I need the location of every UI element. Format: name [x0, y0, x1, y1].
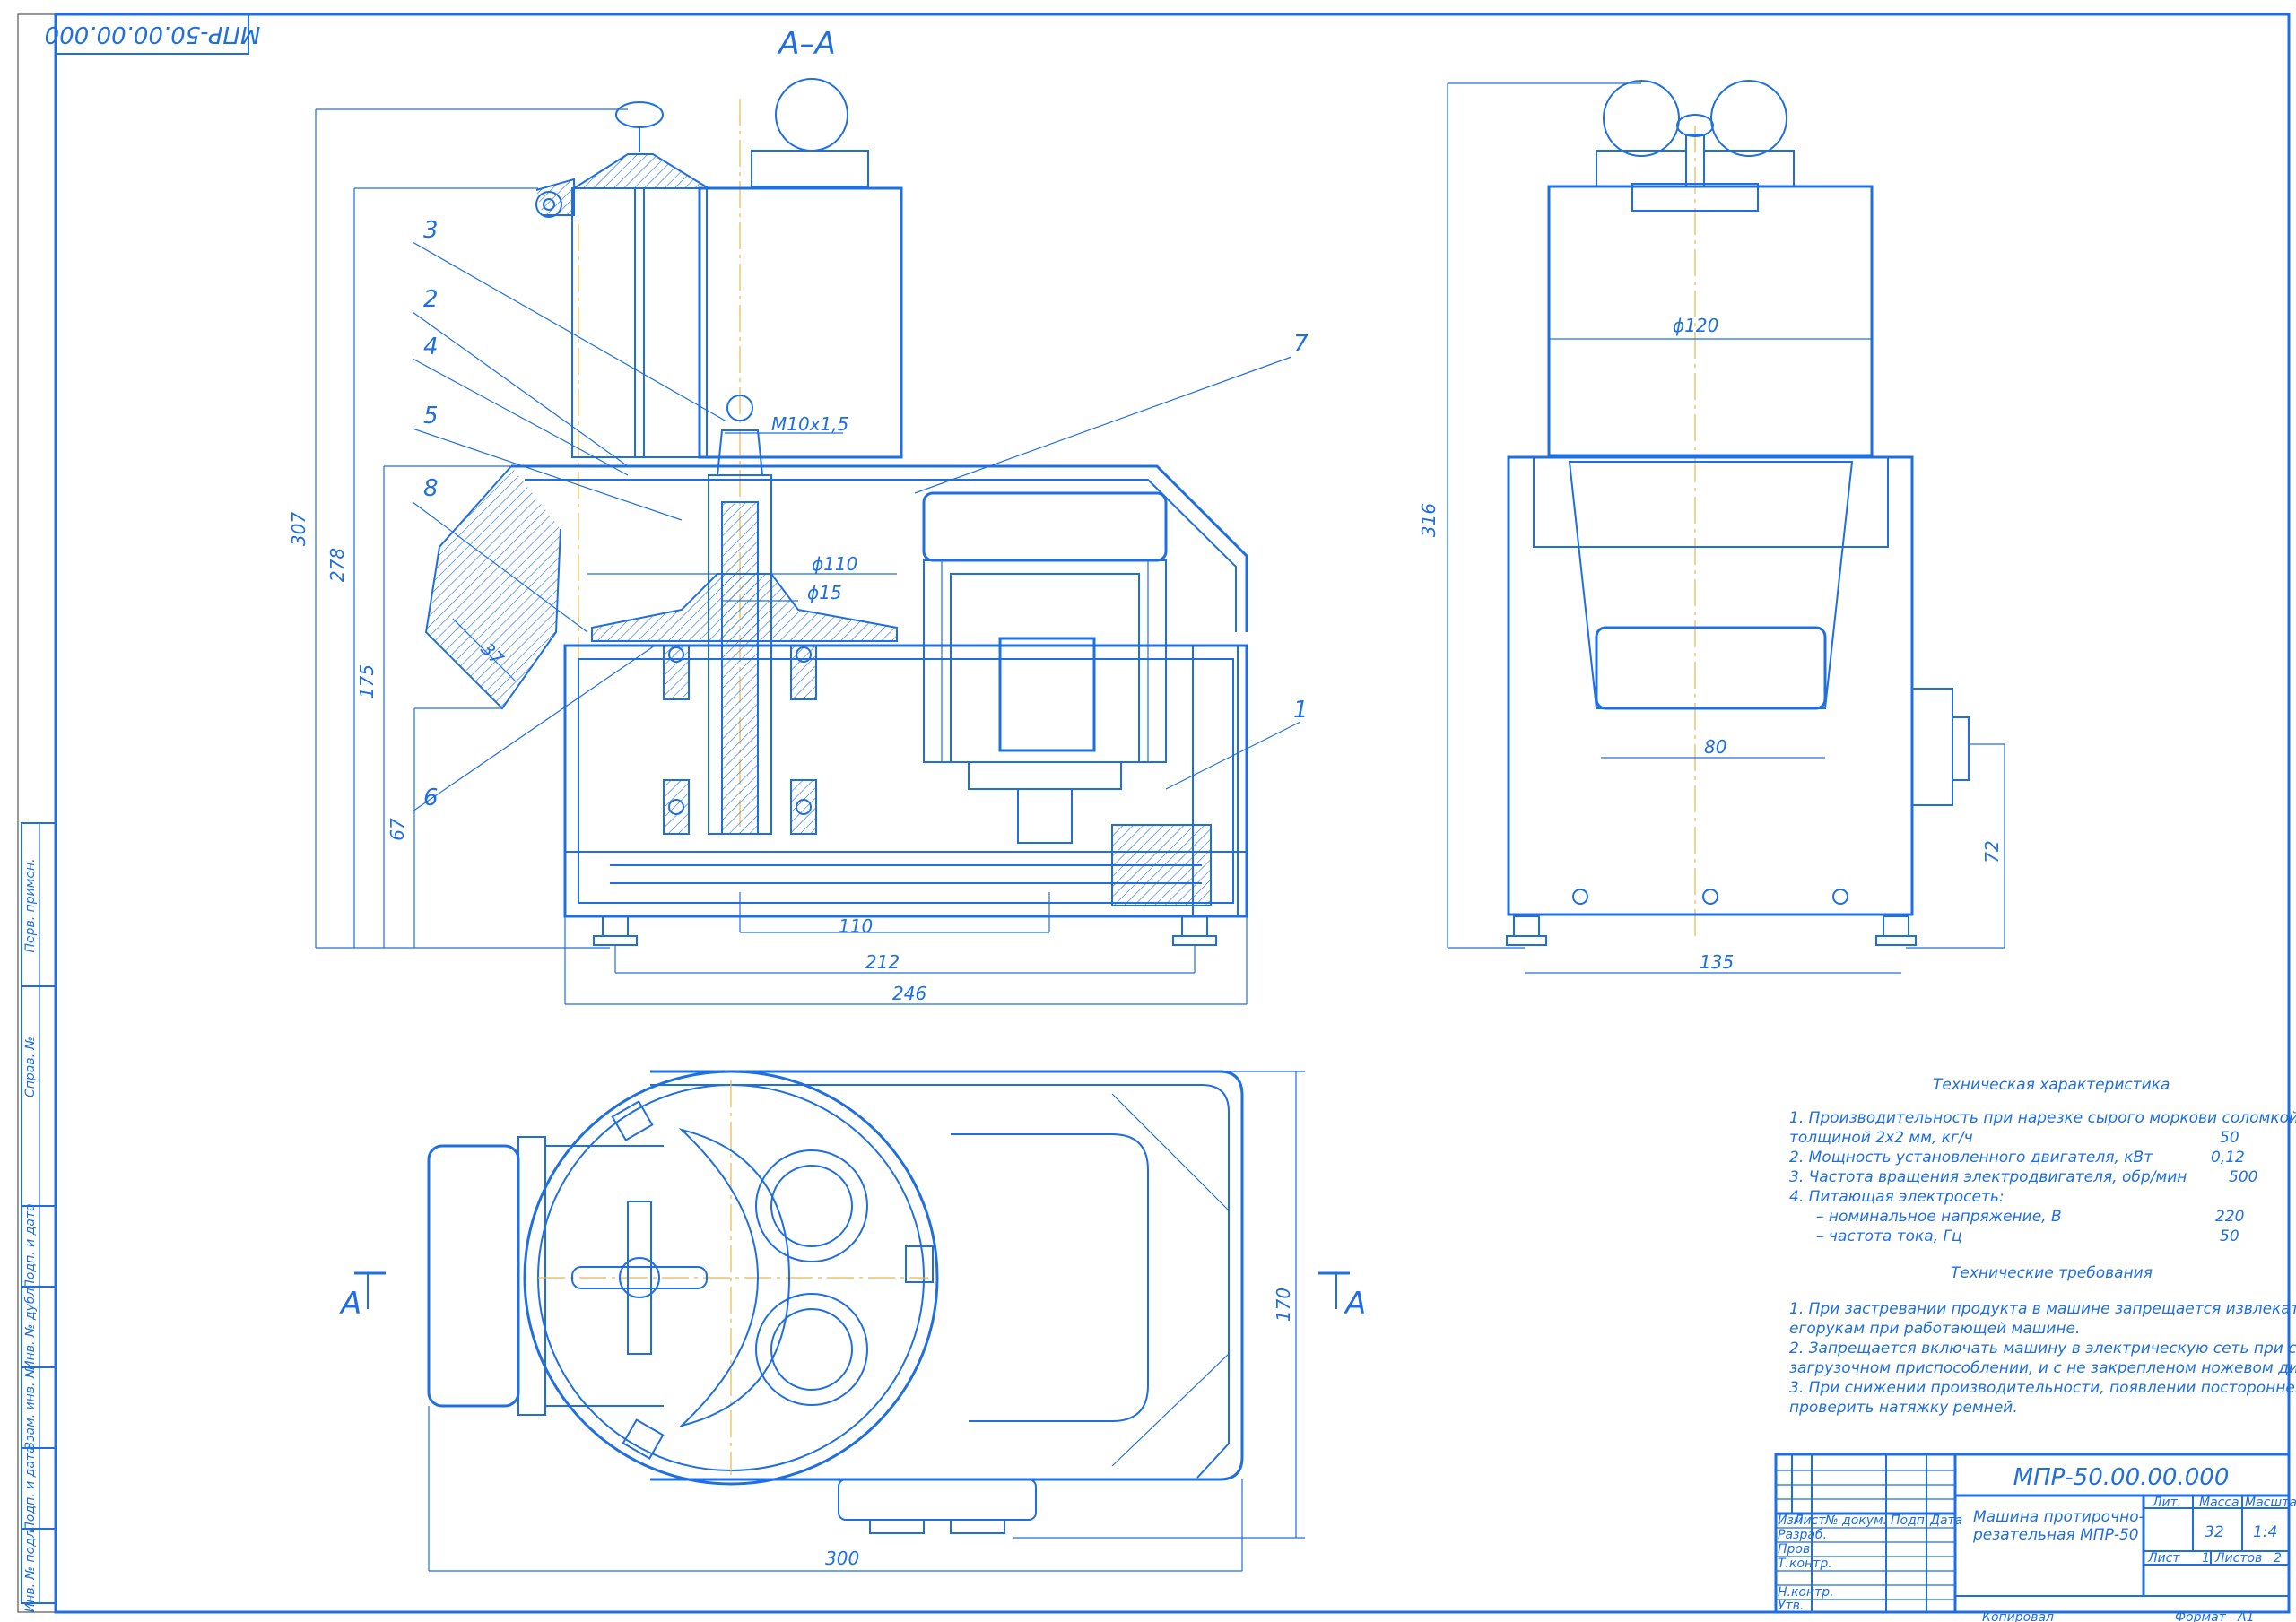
tb-sheet-value: 1: [2202, 1551, 2210, 1566]
tech-line-3: 3. Частота вращения электродвигателя, об…: [1789, 1168, 2187, 1186]
side-label-5: Подп. и дата: [23, 1445, 38, 1531]
tech-line-6: – частота тока, Гц: [1816, 1227, 1962, 1245]
side-dim-phi120: ϕ120: [1673, 315, 1718, 336]
tech-line-4: 4. Питающая электросеть:: [1789, 1188, 2005, 1206]
req-line-4: 3. При снижении производительности, появ…: [1789, 1379, 2296, 1397]
tb-mass-value: 32: [2205, 1523, 2224, 1541]
side-label-3: Инв. № дубл.: [23, 1284, 38, 1370]
part-5-label: 5: [423, 403, 439, 429]
tb-format: Формат: [2175, 1610, 2227, 1622]
tb-sheets: Листов: [2214, 1551, 2262, 1566]
tb-lit: Лит.: [2152, 1496, 2181, 1510]
req-line-0: 1. При застревании продукта в машине зап…: [1789, 1300, 2296, 1318]
tb-copied: Копировал: [1982, 1610, 2054, 1622]
dim-m10: М10х1,5: [771, 413, 848, 435]
dim-175: 175: [356, 664, 378, 698]
dim-212: 212: [865, 951, 900, 973]
tb-scale-value: 1:4: [2253, 1523, 2277, 1541]
tech-value-6: 50: [2220, 1227, 2239, 1245]
tb-mass: Масса: [2199, 1496, 2239, 1510]
part-1-label: 1: [1293, 697, 1309, 724]
tech-line-5: – номинальное напряжение, В: [1816, 1208, 2062, 1226]
tb-row-5: Утв.: [1778, 1599, 1804, 1613]
dim-278: 278: [326, 548, 348, 582]
side-label-6: Инв. № подл.: [23, 1526, 38, 1613]
tb-name-2: резательная МПР-50: [1972, 1526, 2139, 1544]
dim-67: 67: [387, 818, 408, 841]
req-line-3: загрузочном приспособлении, и с не закре…: [1789, 1359, 2296, 1377]
corner-stamp-text: МПР-50.00.00.000: [45, 21, 261, 48]
tb-hdr-4: Дата: [1929, 1514, 1962, 1528]
dim-246: 246: [892, 983, 926, 1004]
side-label-4: Взам. инв. №: [23, 1365, 38, 1450]
dim-307: 307: [288, 512, 309, 546]
tb-sheet: Лист: [2147, 1551, 2180, 1566]
side-label-1: Справ. №: [23, 1037, 38, 1097]
plan-dim-170: 170: [1273, 1288, 1294, 1322]
side-view: ϕ120 316 80 72 135: [1418, 80, 2005, 974]
tb-hdr-2: № докум.: [1824, 1514, 1887, 1528]
plan-dim-300: 300: [825, 1548, 859, 1569]
req-line-2: 2. Запрещается включать машину в электри…: [1789, 1340, 2296, 1357]
part-4-label: 4: [423, 334, 439, 360]
section-view: А–А 307 278 175 67 110 212 246 ϕ110 ϕ15 …: [288, 26, 1309, 1005]
part-6-label: 6: [423, 785, 439, 811]
tb-hdr-3: Подп.: [1891, 1514, 1928, 1528]
side-dim-316: 316: [1418, 503, 1439, 537]
plan-view: А А 170 300: [339, 1070, 1366, 1572]
tech-value-3: 500: [2229, 1168, 2257, 1186]
drawing-sheet: МПР-50.00.00.000 Перв. примен. Справ. № …: [17, 13, 2296, 1622]
side-label-0: Перв. примен.: [23, 858, 38, 952]
part-7-label: 7: [1293, 331, 1309, 358]
tech-line-2: 2. Мощность установленного двигателя, кВ…: [1789, 1149, 2153, 1167]
part-8-label: 8: [423, 475, 439, 502]
tb-code: МПР-50.00.00.000: [2013, 1464, 2230, 1491]
side-strip: Перв. примен. Справ. № Подп. и дата Инв.…: [21, 822, 57, 1613]
tech-value-5: 220: [2215, 1208, 2244, 1226]
dim-110-bottom: 110: [839, 915, 873, 937]
dim-phi110: ϕ110: [812, 553, 857, 575]
side-dim-80: 80: [1704, 736, 1726, 758]
tech-value-1: 50: [2220, 1129, 2239, 1147]
part-2-label: 2: [423, 286, 439, 313]
technical-notes: Техническая характеристика 1. Производит…: [1789, 1076, 2296, 1417]
tech-line-0: 1. Производительность при нарезке сырого…: [1789, 1109, 2296, 1127]
dim-phi15: ϕ15: [807, 582, 842, 603]
section-title: А–А: [777, 26, 836, 62]
tb-format-value: А1: [2237, 1610, 2254, 1622]
tb-scale: Масштаб: [2245, 1496, 2296, 1510]
tb-row-2: Т.контр.: [1778, 1557, 1832, 1571]
tb-name-1: Машина протирочно-: [1973, 1508, 2144, 1526]
tb-row-4: Н.контр.: [1778, 1585, 1834, 1600]
title-block: Изм Лист № докум. Подп. Дата Разраб. Про…: [1774, 1453, 2296, 1622]
tb-sheets-value: 2: [2274, 1551, 2282, 1566]
side-dim-72: 72: [1981, 840, 2003, 863]
corner-stamp: МПР-50.00.00.000: [45, 13, 261, 55]
tech-line-1: толщиной 2х2 мм, кг/ч: [1789, 1129, 1973, 1147]
req-title: Технические требования: [1951, 1264, 2152, 1282]
tb-hdr-1: Лист: [1793, 1514, 1826, 1528]
tech-value-2: 0,12: [2211, 1149, 2245, 1167]
req-line-1: егорукам при работающей машине.: [1789, 1320, 2080, 1338]
tb-row-1: Пров.: [1778, 1542, 1814, 1557]
part-3-label: 3: [423, 217, 439, 244]
tb-row-0: Разраб.: [1778, 1528, 1827, 1542]
section-mark-left: А: [339, 1286, 361, 1322]
tech-title: Техническая характеристика: [1933, 1076, 2170, 1094]
side-dim-135: 135: [1700, 951, 1734, 973]
section-mark-right: А: [1344, 1286, 1366, 1322]
side-label-2: Подп. и дата: [23, 1203, 38, 1288]
req-line-5: проверить натяжку ремней.: [1789, 1399, 2018, 1417]
